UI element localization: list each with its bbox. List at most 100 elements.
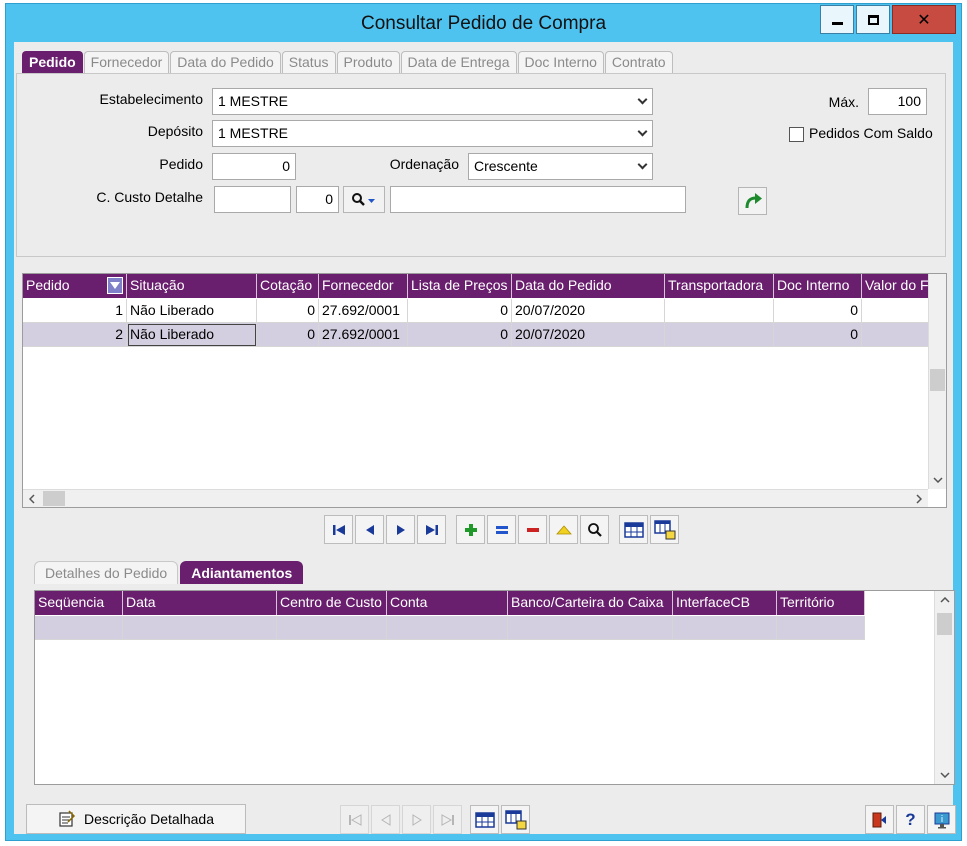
tab-status[interactable]: Status	[281, 51, 336, 73]
col-sequencia[interactable]: Seqüencia	[35, 591, 123, 615]
cell-valor[interactable]	[862, 299, 929, 323]
pedido-input[interactable]: 0	[212, 153, 296, 180]
col-data-do-pedido[interactable]: Data do Pedido	[512, 274, 665, 298]
info-button[interactable]: i	[927, 805, 956, 834]
edit-record-button[interactable]	[487, 515, 516, 544]
find-record-button[interactable]	[580, 515, 609, 544]
estabelecimento-select[interactable]: 1 MESTRE	[212, 88, 653, 115]
table-row-selected[interactable]: 2 Não Liberado 0 27.692/0001 0 20/07/202…	[23, 323, 929, 347]
col-centro-de-custo[interactable]: Centro de Custo	[277, 591, 387, 615]
cell-pedido[interactable]: 2	[23, 323, 127, 347]
help-button[interactable]: ?	[896, 805, 925, 834]
tab-data-do-pedido[interactable]: Data do Pedido	[170, 51, 281, 73]
detail-grid-view-button[interactable]	[470, 805, 499, 834]
custo-description-input[interactable]	[390, 186, 686, 213]
cell-pedido[interactable]: 1	[23, 299, 127, 323]
tab-produto[interactable]: Produto	[336, 51, 400, 73]
cell-valor[interactable]	[862, 323, 929, 347]
last-record-button[interactable]	[417, 515, 446, 544]
col-doc-interno[interactable]: Doc Interno	[774, 274, 862, 298]
detail-previous-button[interactable]	[371, 805, 400, 834]
cell-lista-de-precos[interactable]: 0	[408, 323, 512, 347]
sort-down-icon[interactable]	[107, 277, 123, 294]
custo-code-input[interactable]	[214, 186, 291, 213]
col-situacao[interactable]: Situação	[127, 274, 257, 298]
title-bar[interactable]: Consultar Pedido de Compra ✕	[6, 4, 961, 42]
cell-fornecedor[interactable]: 27.692/0001	[319, 299, 408, 323]
detail-last-button[interactable]	[433, 805, 462, 834]
max-input[interactable]: 100	[868, 88, 927, 115]
grid-view-button[interactable]	[619, 515, 648, 544]
col-interfacecb[interactable]: InterfaceCB	[673, 591, 777, 615]
cell-banco-carteira[interactable]	[508, 616, 673, 640]
pedidos-com-saldo-checkbox[interactable]	[789, 127, 804, 142]
grid-export-button[interactable]	[650, 515, 679, 544]
scroll-down-icon[interactable]	[936, 766, 954, 784]
cell-territorio[interactable]	[777, 616, 865, 640]
col-pedido[interactable]: Pedido	[23, 274, 127, 298]
cell-conta[interactable]	[387, 616, 508, 640]
cell-doc-interno[interactable]: 0	[774, 323, 862, 347]
previous-record-button[interactable]	[355, 515, 384, 544]
col-conta[interactable]: Conta	[387, 591, 508, 615]
table-row[interactable]: 1 Não Liberado 0 27.692/0001 0 20/07/202…	[23, 299, 929, 323]
cell-doc-interno[interactable]: 0	[774, 299, 862, 323]
detail-first-button[interactable]	[340, 805, 369, 834]
tab-detalhes-do-pedido[interactable]: Detalhes do Pedido	[34, 561, 179, 584]
cell-transportadora[interactable]	[665, 323, 774, 347]
orders-grid[interactable]: Pedido Situação Cotação Fornecedor Lista…	[22, 273, 947, 508]
col-transportadora[interactable]: Transportadora	[665, 274, 774, 298]
cell-lista-de-precos[interactable]: 0	[408, 299, 512, 323]
refresh-button[interactable]	[738, 187, 767, 215]
scroll-thumb[interactable]	[930, 369, 945, 391]
first-record-button[interactable]	[324, 515, 353, 544]
cell-interfacecb[interactable]	[673, 616, 777, 640]
col-cotacao[interactable]: Cotação	[257, 274, 319, 298]
custo-number-input[interactable]: 0	[296, 186, 339, 213]
maximize-button[interactable]	[856, 5, 890, 34]
tab-pedido[interactable]: Pedido	[22, 51, 83, 73]
cell-sequencia[interactable]	[35, 616, 123, 640]
scroll-thumb[interactable]	[937, 613, 952, 635]
cell-data[interactable]	[123, 616, 277, 640]
col-lista-de-precos[interactable]: Lista de Preços	[408, 274, 512, 298]
tab-fornecedor[interactable]: Fornecedor	[83, 51, 170, 73]
delete-record-button[interactable]	[518, 515, 547, 544]
scroll-right-icon[interactable]	[910, 490, 928, 508]
vertical-scrollbar[interactable]	[934, 591, 954, 784]
col-valor[interactable]: Valor do F	[862, 274, 929, 298]
detail-grid-export-button[interactable]	[501, 805, 530, 834]
col-territorio[interactable]: Território	[777, 591, 865, 615]
col-data[interactable]: Data	[123, 591, 277, 615]
next-record-button[interactable]	[386, 515, 415, 544]
cell-situacao[interactable]: Não Liberado	[127, 323, 257, 347]
minimize-button[interactable]	[820, 5, 854, 34]
cancel-record-button[interactable]	[549, 515, 578, 544]
add-record-button[interactable]	[456, 515, 485, 544]
close-button[interactable]: ✕	[892, 5, 956, 34]
tab-data-de-entrega[interactable]: Data de Entrega	[400, 51, 517, 73]
col-fornecedor[interactable]: Fornecedor	[319, 274, 408, 298]
advances-grid[interactable]: Seqüencia Data Centro de Custo Conta Ban…	[34, 590, 955, 785]
hscroll-thumb[interactable]	[43, 491, 65, 506]
cell-data-do-pedido[interactable]: 20/07/2020	[512, 323, 665, 347]
deposito-select[interactable]: 1 MESTRE	[212, 120, 653, 147]
exit-button[interactable]	[865, 805, 894, 834]
cell-centro-de-custo[interactable]	[277, 616, 387, 640]
horizontal-scrollbar[interactable]	[23, 489, 928, 507]
scroll-left-icon[interactable]	[23, 490, 41, 508]
vertical-scrollbar[interactable]	[928, 274, 946, 489]
ordenacao-select[interactable]: Crescente	[468, 153, 653, 180]
cell-data-do-pedido[interactable]: 20/07/2020	[512, 299, 665, 323]
cell-situacao[interactable]: Não Liberado	[127, 299, 257, 323]
tab-adiantamentos[interactable]: Adiantamentos	[180, 561, 304, 584]
col-banco-carteira[interactable]: Banco/Carteira do Caixa	[508, 591, 673, 615]
cell-transportadora[interactable]	[665, 299, 774, 323]
scroll-down-icon[interactable]	[929, 471, 947, 489]
descricao-detalhada-button[interactable]: Descrição Detalhada	[26, 804, 246, 834]
tab-contrato[interactable]: Contrato	[604, 51, 673, 73]
cell-cotacao[interactable]: 0	[257, 299, 319, 323]
cell-fornecedor[interactable]: 27.692/0001	[319, 323, 408, 347]
custo-search-button[interactable]	[343, 186, 385, 213]
detail-next-button[interactable]	[402, 805, 431, 834]
